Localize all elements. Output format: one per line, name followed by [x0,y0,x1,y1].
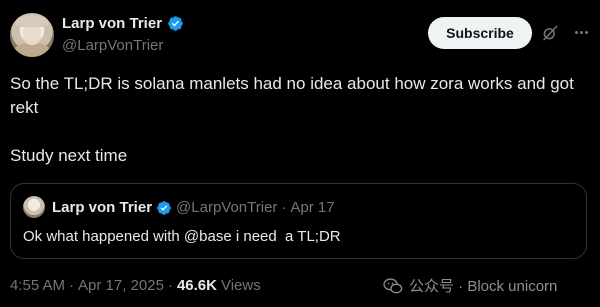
tweet-meta: 4:55 AM · Apr 17, 2025 · 46.6K Views [10,277,261,294]
meta-separator: · [69,277,75,294]
quoted-tweet-text: Ok what happened with @base i need a TL;… [23,228,341,245]
quoted-date: Apr 17 [290,199,335,216]
avatar-body [14,43,50,57]
tweet-time[interactable]: 4:55 AM [10,277,65,294]
quoted-tweet-header: Larp von Trier @LarpVonTrier · Apr 17 [52,199,335,216]
avatar-hat [16,15,48,27]
meta-separator: · [167,277,173,294]
verified-badge-icon [157,200,171,215]
author-handle[interactable]: @LarpVonTrier [62,37,163,54]
dot [584,30,588,34]
quoted-author-handle: @LarpVonTrier [176,199,278,216]
tweet-text-line1: So the TL;DR is solana manlets had no id… [10,74,574,117]
wechat-icon [383,277,403,293]
tweet-date[interactable]: Apr 17, 2025 [78,277,164,294]
author-display-name[interactable]: Larp von Trier [62,15,162,32]
watermark-text: 公众号 · Block unicorn [409,278,558,295]
dot [579,30,583,34]
author-name-row: Larp von Trier [62,15,184,32]
wechat-watermark: 公众号 · Block unicorn [383,275,557,296]
quoted-tweet-card[interactable]: Larp von Trier @LarpVonTrier · Apr 17 Ok… [10,183,587,259]
verified-badge-icon [168,16,183,31]
subscribe-button[interactable]: Subscribe [428,17,532,49]
grok-slash-icon[interactable] [541,24,559,42]
views-label: Views [220,277,261,294]
quoted-author-avatar [23,196,45,218]
views-count: 46.6K [176,277,217,294]
tweet-text-line2: Study next time [10,146,128,165]
author-avatar[interactable] [10,13,54,57]
tweet-body: So the TL;DR is solana manlets had no id… [10,72,585,168]
dot [574,30,578,34]
quoted-separator: · [281,199,287,216]
more-dots-icon[interactable] [570,22,592,42]
quoted-author-name: Larp von Trier [52,199,153,216]
